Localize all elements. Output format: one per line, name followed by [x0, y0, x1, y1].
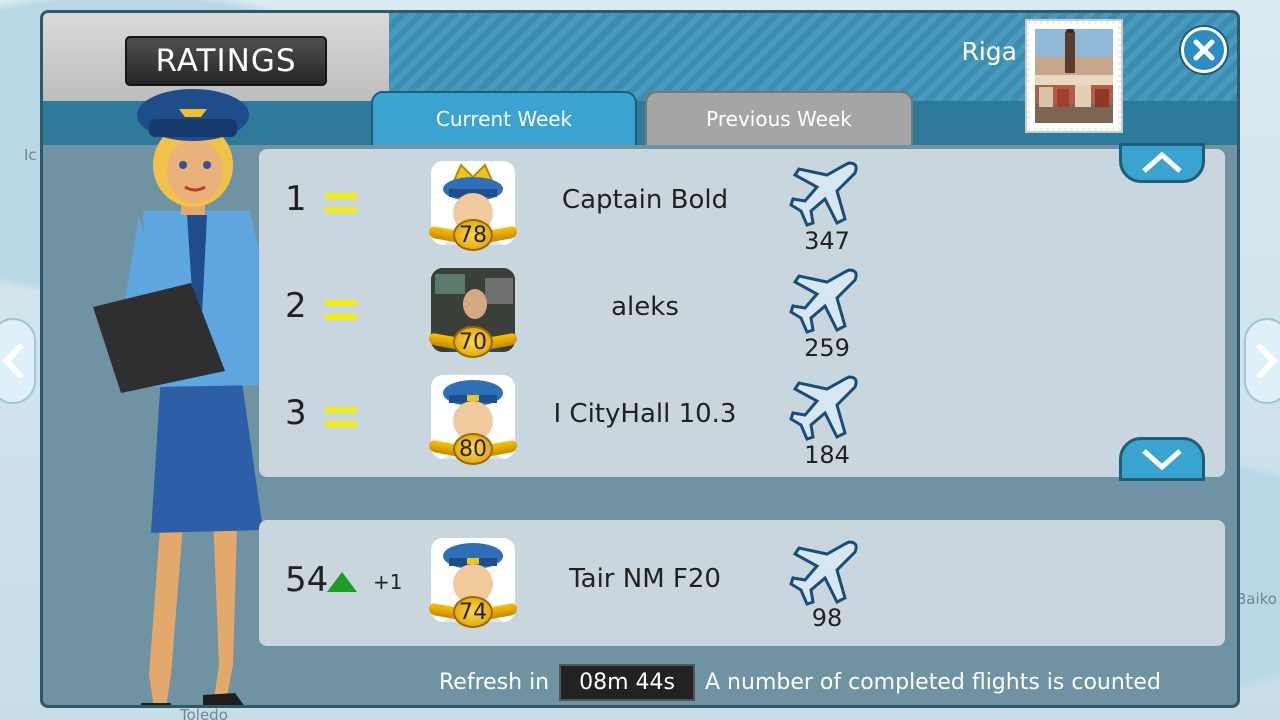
rank-unchanged-icon: [325, 300, 357, 320]
rank-up-icon: [327, 572, 357, 592]
current-player-row[interactable]: 54 +1 74 Tair NM F20 98: [259, 520, 1225, 646]
avatar: 74: [429, 538, 517, 632]
level-badge: 80: [453, 433, 493, 465]
next-page-button[interactable]: [1244, 318, 1280, 404]
flight-count: 184: [804, 441, 850, 469]
avatar: 70: [429, 268, 517, 362]
rank-number: 54: [285, 560, 329, 600]
chevron-right-icon: [1255, 342, 1279, 380]
leaderboard-row[interactable]: 1 78 Captain Bold 347: [259, 149, 959, 255]
city-name: Riga: [961, 37, 1017, 66]
ratings-panel: RATINGS Current Week Previous Week Riga: [40, 10, 1240, 708]
map-label: Baiko: [1236, 590, 1277, 608]
rank-unchanged-icon: [325, 407, 357, 427]
close-button[interactable]: [1181, 27, 1227, 73]
footer: Refresh in 08m 44s A number of completed…: [439, 663, 1161, 701]
rank-number: 1: [285, 179, 307, 219]
leaderboard-row[interactable]: 3 80 I CityHall 10.3 184: [259, 363, 959, 469]
scroll-up-button[interactable]: [1119, 143, 1205, 183]
refresh-label: Refresh in: [439, 669, 550, 695]
city-stamp: [1027, 21, 1121, 131]
tab-previous-week[interactable]: Previous Week: [645, 91, 913, 145]
avatar: 78: [429, 161, 517, 255]
rank-number: 2: [285, 286, 307, 326]
map-label: Toledo: [180, 706, 228, 720]
flight-count: 259: [804, 334, 850, 362]
rank-change: +1: [373, 570, 403, 594]
level-badge: 78: [453, 219, 493, 251]
previous-page-button[interactable]: [0, 318, 36, 404]
airplane-icon: [789, 268, 858, 334]
tab-current-week[interactable]: Current Week: [371, 91, 637, 145]
rank-number: 3: [285, 393, 307, 433]
avatar: 80: [429, 375, 517, 469]
chevron-left-icon: [1, 342, 25, 380]
level-badge: 70: [453, 326, 493, 358]
player-name: Tair NM F20: [569, 564, 721, 594]
scroll-down-button[interactable]: [1119, 437, 1205, 481]
player-name: Captain Bold: [561, 185, 729, 215]
player-name: I CityHall 10.3: [553, 399, 737, 429]
refresh-timer: 08m 44s: [559, 663, 696, 701]
map-label: Ic: [24, 146, 37, 164]
leaderboard-row[interactable]: 2 70 aleks 259: [259, 256, 959, 362]
airplane-icon: [789, 375, 858, 441]
leaderboard-list: 1 78 Captain Bold 347 2 70 aleks 259 3 8…: [259, 143, 1225, 481]
level-badge: 74: [453, 596, 493, 628]
airplane-icon: [789, 161, 858, 227]
close-icon: [1193, 39, 1215, 61]
player-name: aleks: [611, 292, 679, 322]
footer-note: A number of completed flights is counted: [705, 669, 1161, 695]
chevron-up-icon: [1142, 151, 1182, 173]
airplane-icon: [789, 540, 858, 606]
rank-unchanged-icon: [325, 193, 357, 213]
flight-count: 98: [811, 604, 843, 632]
chevron-down-icon: [1142, 449, 1182, 471]
current-player: 54 +1 74 Tair NM F20 98: [259, 520, 959, 632]
flight-count: 347: [804, 227, 850, 255]
